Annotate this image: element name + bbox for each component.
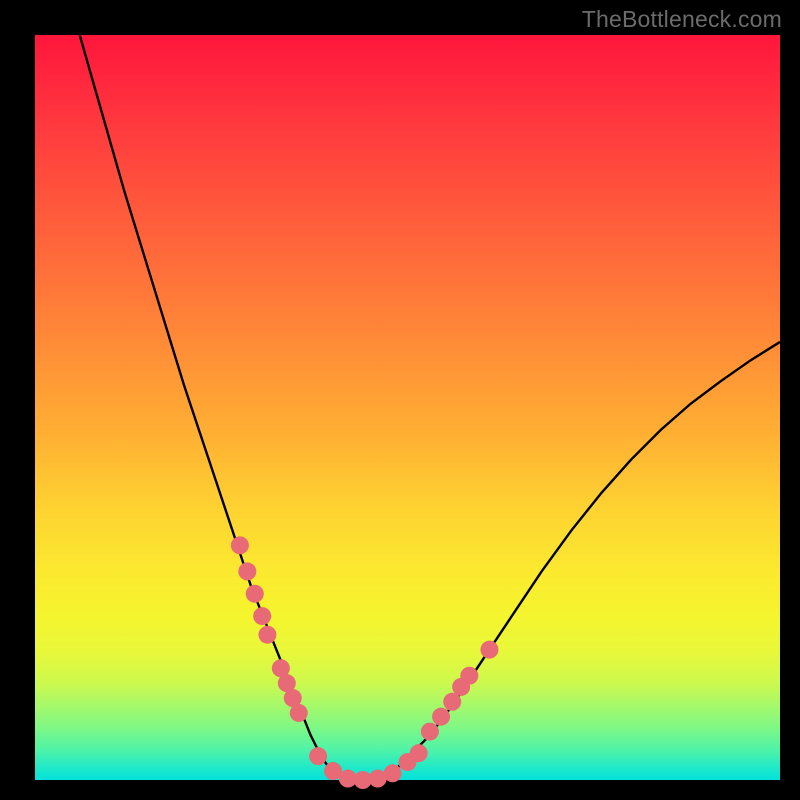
- highlight-dots: [231, 536, 499, 789]
- highlight-dot: [410, 744, 428, 762]
- highlight-dot: [238, 562, 256, 580]
- highlight-dot: [384, 764, 402, 782]
- highlight-dot: [309, 747, 327, 765]
- highlight-dot: [460, 667, 478, 685]
- highlight-dot: [231, 536, 249, 554]
- bottleneck-curve: [80, 35, 780, 780]
- highlight-dot: [432, 708, 450, 726]
- highlight-dot: [253, 607, 271, 625]
- highlight-dot: [258, 626, 276, 644]
- highlight-dot: [290, 704, 308, 722]
- watermark-text: TheBottleneck.com: [582, 6, 782, 33]
- chart-svg: [35, 35, 780, 780]
- chart-frame: TheBottleneck.com: [0, 0, 800, 800]
- highlight-dot: [246, 585, 264, 603]
- plot-area: [35, 35, 780, 780]
- highlight-dot: [480, 641, 498, 659]
- highlight-dot: [421, 723, 439, 741]
